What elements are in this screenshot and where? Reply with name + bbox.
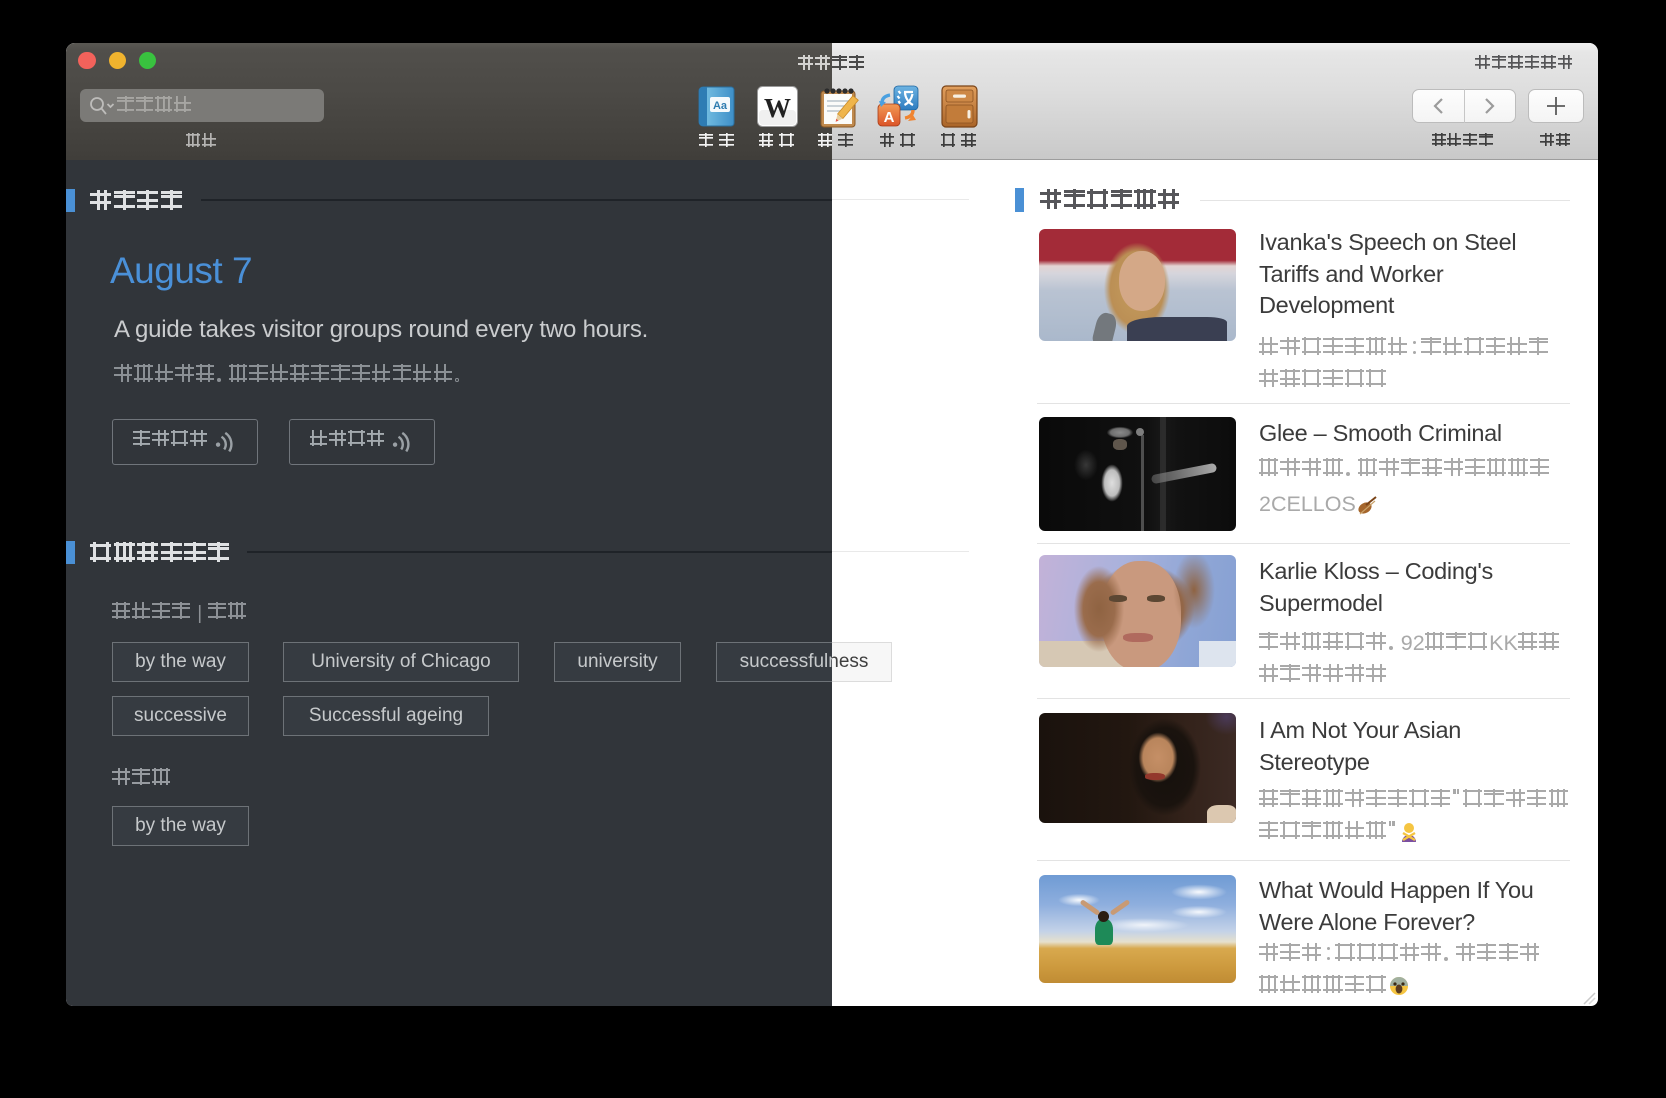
svg-text:A: A <box>884 109 895 126</box>
svg-text:Aa: Aa <box>713 100 728 112</box>
svg-text:W: W <box>764 93 791 123</box>
